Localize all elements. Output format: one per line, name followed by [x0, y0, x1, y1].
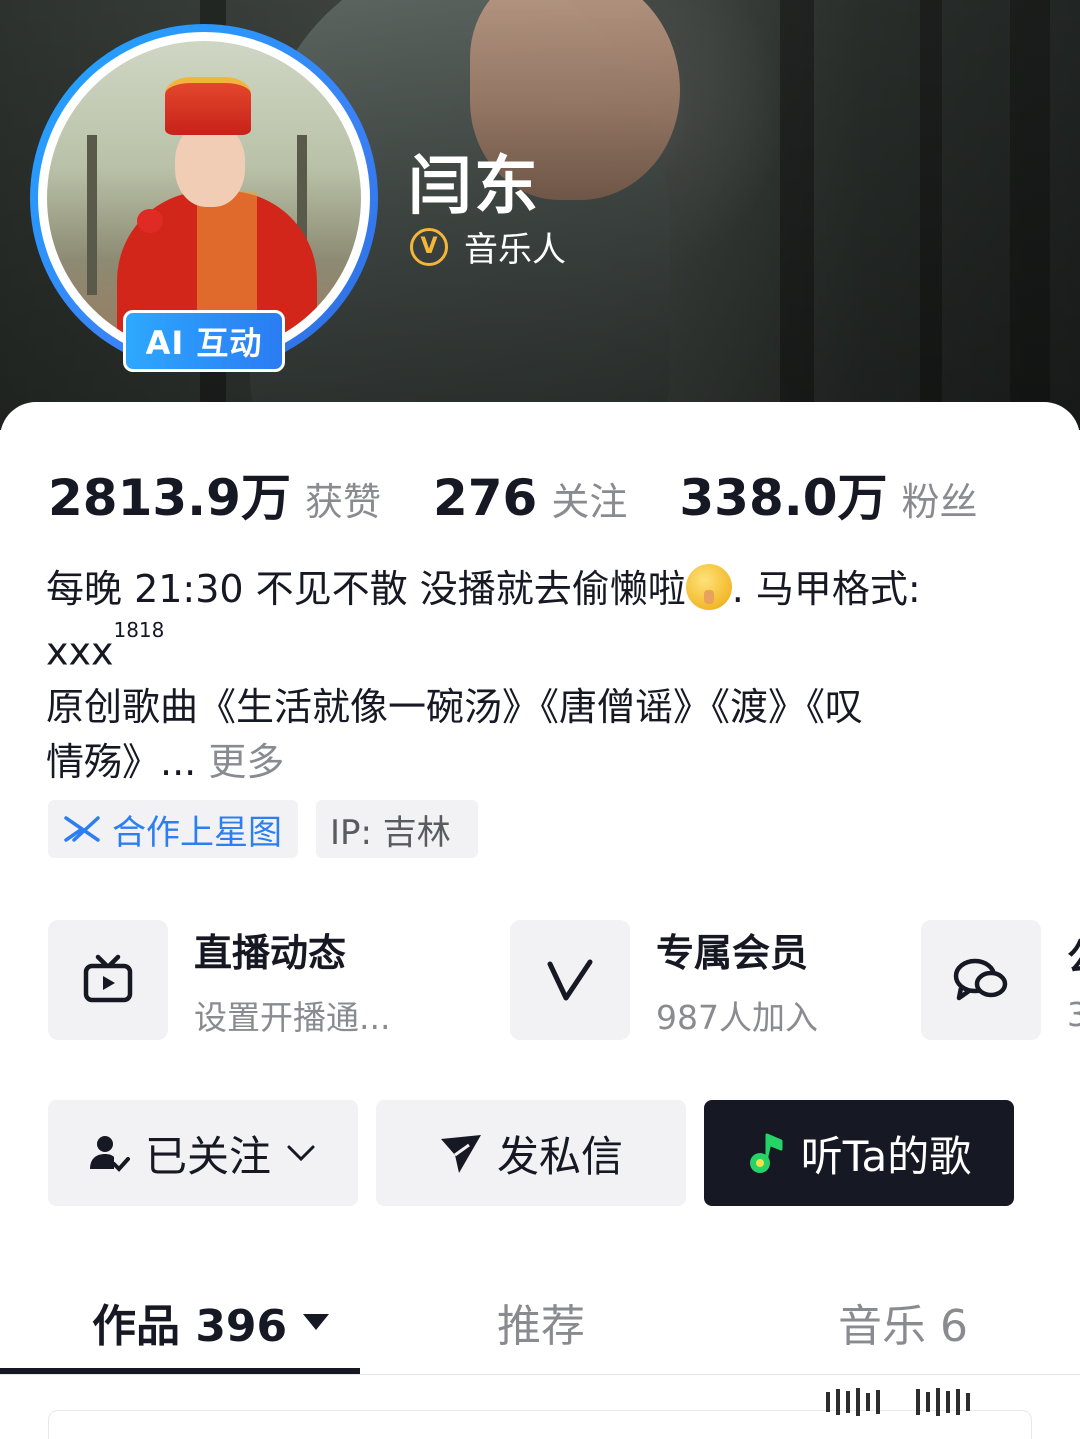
live-updates-entry[interactable]: 直播动态 设置开播通...	[48, 920, 390, 1040]
likes-label: 获赞	[304, 480, 381, 524]
followed-button[interactable]: 已关注	[48, 1100, 358, 1206]
star-map-cooperation-tag[interactable]: 合作上星图	[48, 800, 298, 858]
group-chat-entry[interactable]: 公 3	[921, 920, 1080, 1040]
tab-recommend[interactable]: 推荐	[497, 1290, 585, 1354]
tab-works[interactable]: 作品 396	[92, 1290, 331, 1354]
star-map-icon	[64, 816, 100, 842]
profile-name: 闫东	[408, 150, 540, 224]
listen-songs-button[interactable]: 听Ta的歌	[704, 1100, 1014, 1206]
user-check-icon	[89, 1136, 130, 1172]
verification-label: 音乐人	[464, 230, 566, 270]
tab-music[interactable]: 音乐 6	[838, 1290, 968, 1354]
stats-row: 2813.9万 获赞 276 关注 338.0万 粉丝	[48, 458, 978, 530]
caret-down-icon	[303, 1314, 330, 1330]
watermark-icon	[826, 1382, 1056, 1422]
send-icon	[440, 1135, 481, 1173]
exclusive-membership-entry[interactable]: 专属会员 987人加入	[510, 920, 818, 1040]
followers-label: 粉丝	[901, 480, 978, 524]
bio[interactable]: 每晚 21:30 不见不散 没播就去偷懒啦. 马甲格式: xxx1818 原创歌…	[46, 562, 1036, 790]
ip-location-tag: IP: 吉林	[316, 800, 478, 858]
send-message-button[interactable]: 发私信	[376, 1100, 686, 1206]
ai-interaction-badge[interactable]: AI 互动	[123, 310, 285, 372]
following-label: 关注	[551, 480, 628, 524]
vip-v-icon	[547, 959, 593, 1001]
verification-row: V 音乐人	[410, 222, 566, 271]
tab-divider	[0, 1374, 1080, 1375]
following-count[interactable]: 276	[433, 469, 537, 527]
chat-bubbles-icon	[953, 958, 1008, 1001]
tv-icon	[83, 954, 133, 1003]
chevron-down-icon	[287, 1145, 315, 1162]
shushing-face-icon	[685, 564, 732, 610]
followers-count[interactable]: 338.0万	[679, 458, 887, 530]
bio-more-link[interactable]: 更多	[208, 740, 284, 784]
content-tabs: 作品 396 推荐 音乐 6	[0, 1262, 1080, 1374]
music-note-icon	[749, 1133, 783, 1173]
likes-count[interactable]: 2813.9万	[48, 458, 291, 530]
avatar-image	[47, 41, 361, 355]
verified-musician-icon: V	[410, 227, 448, 266]
